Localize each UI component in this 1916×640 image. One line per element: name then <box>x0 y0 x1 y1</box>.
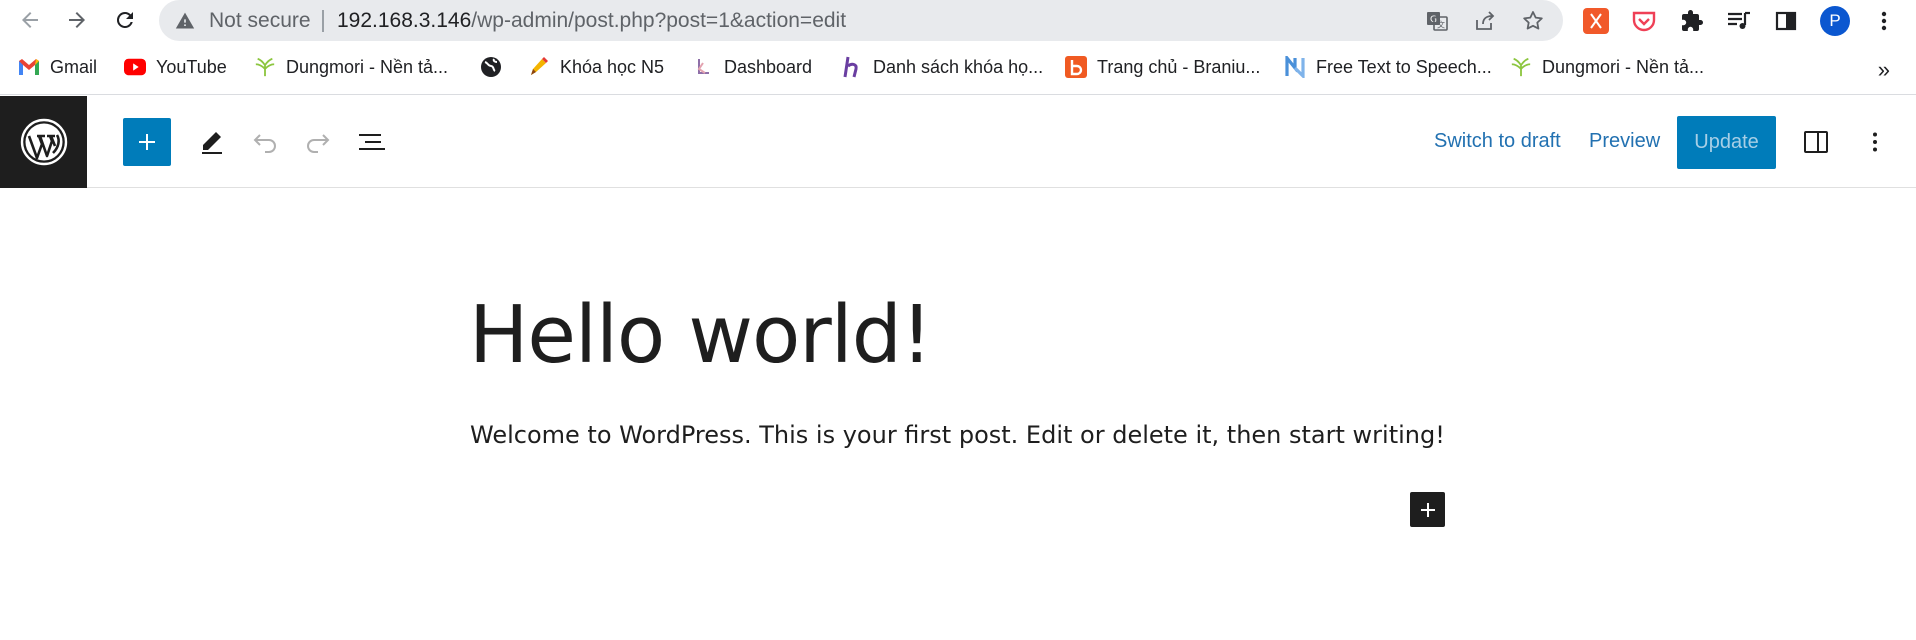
dashboard-bookmark-icon <box>692 56 714 78</box>
browser-menu-button[interactable] <box>1869 6 1899 36</box>
document-overview-button[interactable] <box>350 120 394 164</box>
bookmarks-bar: Gmail YouTube Dungmori - Nền tả... Khóa … <box>0 47 1916 87</box>
branium-icon <box>1065 56 1087 78</box>
extension-orange-icon <box>1583 8 1609 34</box>
update-button[interactable]: Update <box>1677 116 1776 169</box>
star-icon <box>1523 11 1543 30</box>
bookmark-gmail[interactable]: Gmail <box>18 53 97 81</box>
reload-icon <box>116 11 133 28</box>
tools-edit-button[interactable] <box>190 120 234 164</box>
bookmark-label: Free Text to Speech... <box>1316 56 1492 77</box>
tts-icon <box>1284 56 1306 78</box>
extensions-button[interactable] <box>1677 6 1707 36</box>
pocket-icon <box>1632 11 1656 32</box>
profile-initial: P <box>1829 11 1841 30</box>
add-block-button[interactable] <box>123 118 171 166</box>
bookmark-dungmori-2[interactable]: Dungmori - Nền tả... <box>1510 53 1704 81</box>
bookmark-globe[interactable] <box>480 53 502 81</box>
youtube-icon <box>124 56 146 78</box>
profile-avatar[interactable]: P <box>1820 6 1850 36</box>
pencil-icon <box>202 132 222 154</box>
wordpress-icon <box>20 118 67 166</box>
translate-button[interactable]: G文 <box>1425 9 1449 33</box>
url-host: 192.168.3.146 <box>337 9 472 32</box>
options-menu-button[interactable] <box>1853 120 1897 164</box>
bookmark-star-button[interactable] <box>1521 9 1545 33</box>
bookmark-free-tts[interactable]: Free Text to Speech... <box>1284 53 1492 81</box>
svg-text:文: 文 <box>1437 20 1445 30</box>
settings-sidebar-toggle[interactable] <box>1794 120 1838 164</box>
plus-icon <box>1420 502 1435 517</box>
inline-add-block-button[interactable] <box>1410 492 1445 527</box>
undo-icon <box>253 134 276 153</box>
share-icon <box>1476 11 1495 30</box>
reload-button[interactable] <box>109 4 141 36</box>
bookmark-label: Dungmori - Nền tả... <box>286 56 449 77</box>
paragraph-block[interactable]: Welcome to WordPress. This is your first… <box>470 418 1445 452</box>
dungmori-icon <box>254 56 276 78</box>
more-vertical-icon <box>1873 132 1877 152</box>
url-path: /wp-admin/post.php?post=1&action=edit <box>471 9 847 32</box>
extension-orange-button[interactable] <box>1581 6 1611 36</box>
side-panel-icon <box>1775 11 1797 31</box>
bookmark-label: YouTube <box>156 56 227 77</box>
bookmark-branium[interactable]: Trang chủ - Braniu... <box>1065 53 1260 81</box>
warning-icon <box>175 12 195 29</box>
bookmark-dungmori-1[interactable]: Dungmori - Nền tả... <box>254 53 448 81</box>
media-queue-button[interactable] <box>1724 6 1754 36</box>
wordpress-logo-button[interactable] <box>0 96 87 188</box>
bookmark-label: Trang chủ - Braniu... <box>1097 56 1261 77</box>
browser-address-row: Not secure 192.168.3.146/wp-admin/post.p… <box>0 0 1916 41</box>
forward-button[interactable] <box>61 4 93 36</box>
chrome-divider <box>0 94 1916 95</box>
bookmark-danh-sach-khoa-hoc[interactable]: Danh sách khóa họ... <box>841 53 1043 81</box>
bookmark-dashboard[interactable]: Dashboard <box>692 53 812 81</box>
bookmark-label: Dungmori - Nền tả... <box>1542 56 1705 77</box>
bookmark-label: Danh sách khóa họ... <box>873 56 1044 77</box>
translate-icon: G文 <box>1427 12 1448 31</box>
bookmark-khoa-hoc-n5[interactable]: Khóa học N5 <box>528 53 664 81</box>
globe-icon <box>480 56 502 78</box>
pocket-button[interactable] <box>1629 6 1659 36</box>
url-text[interactable]: 192.168.3.146/wp-admin/post.php?post=1&a… <box>337 9 846 33</box>
security-label[interactable]: Not secure <box>209 9 311 33</box>
media-queue-icon <box>1728 11 1750 29</box>
hacker-icon <box>841 56 863 78</box>
pencil-bookmark-icon <box>528 56 550 78</box>
redo-icon <box>307 134 330 153</box>
sidebar-icon <box>1804 131 1828 153</box>
plus-icon <box>139 134 155 150</box>
puzzle-icon <box>1682 10 1703 31</box>
menu-dots-icon <box>1881 11 1887 31</box>
post-title[interactable]: Hello world! <box>469 287 933 383</box>
gmail-icon <box>18 56 40 78</box>
dungmori-icon <box>1510 56 1532 78</box>
share-button[interactable] <box>1473 9 1497 33</box>
switch-to-draft-button[interactable]: Switch to draft <box>1434 130 1561 153</box>
back-icon <box>22 12 38 28</box>
undo-button[interactable] <box>243 120 287 164</box>
redo-button[interactable] <box>296 120 340 164</box>
bookmark-label: Dashboard <box>724 56 813 77</box>
bookmark-label: Khóa học N5 <box>560 56 665 77</box>
bookmarks-overflow-button[interactable]: » <box>1878 57 1890 83</box>
list-view-icon <box>359 134 385 150</box>
editor-toolbar: Switch to draft Preview Update <box>0 96 1916 188</box>
forward-icon <box>69 12 85 28</box>
preview-button[interactable]: Preview <box>1589 130 1660 153</box>
bookmark-youtube[interactable]: YouTube <box>124 53 227 81</box>
side-panel-button[interactable] <box>1771 6 1801 36</box>
omnibox-separator <box>322 10 324 32</box>
bookmark-label: Gmail <box>50 56 98 77</box>
back-button[interactable] <box>14 4 46 36</box>
omnibox[interactable]: Not secure 192.168.3.146/wp-admin/post.p… <box>159 0 1563 41</box>
